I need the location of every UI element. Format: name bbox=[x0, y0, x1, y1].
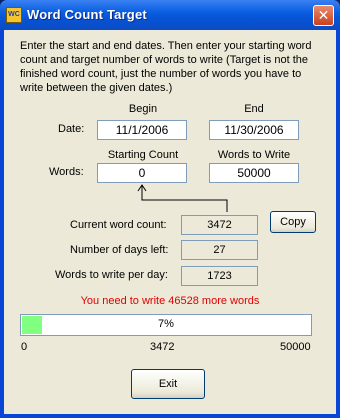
copy-button[interactable]: Copy bbox=[270, 211, 316, 233]
days-left-label: Number of days left: bbox=[70, 244, 169, 256]
end-date-field[interactable]: 11/30/2006 bbox=[209, 120, 299, 140]
dialog-window: WC Word Count Target ✕ Enter the start a… bbox=[0, 0, 340, 418]
words-to-write-label: Words to Write bbox=[217, 149, 291, 161]
window-frame-bottom bbox=[0, 414, 340, 418]
current-count-value: 3472 bbox=[181, 215, 258, 235]
remaining-words-message: You need to write 46528 more words bbox=[80, 295, 260, 307]
dialog-body: Enter the start and end dates. Then ente… bbox=[4, 30, 336, 414]
words-to-write-field[interactable]: 50000 bbox=[209, 163, 299, 183]
progress-mid-label: 3472 bbox=[150, 341, 175, 353]
words-label: Words: bbox=[49, 166, 84, 178]
close-icon[interactable]: ✕ bbox=[313, 5, 334, 26]
title-bar[interactable]: WC Word Count Target ✕ bbox=[0, 0, 340, 30]
words-per-day-label: Words to write per day: bbox=[55, 269, 168, 281]
intro-text: Enter the start and end dates. Then ente… bbox=[20, 40, 312, 94]
window-frame-right bbox=[336, 30, 340, 418]
link-arrow-icon bbox=[137, 184, 228, 212]
begin-label: Begin bbox=[128, 103, 158, 115]
window-title: Word Count Target bbox=[27, 7, 147, 22]
end-label: End bbox=[244, 103, 264, 115]
current-count-label: Current word count: bbox=[70, 219, 167, 231]
progress-percent: 7% bbox=[158, 318, 174, 330]
starting-count-label: Starting Count bbox=[107, 149, 179, 161]
progress-max-label: 50000 bbox=[280, 341, 311, 353]
app-icon: WC bbox=[6, 7, 22, 23]
starting-count-field[interactable]: 0 bbox=[97, 163, 187, 183]
exit-button[interactable]: Exit bbox=[131, 369, 205, 399]
days-left-value: 27 bbox=[181, 240, 258, 260]
progress-bar: 7% bbox=[20, 314, 312, 336]
words-per-day-value: 1723 bbox=[181, 266, 258, 286]
date-label: Date: bbox=[58, 123, 85, 135]
begin-date-field[interactable]: 11/1/2006 bbox=[97, 120, 187, 140]
progress-min-label: 0 bbox=[21, 341, 28, 353]
